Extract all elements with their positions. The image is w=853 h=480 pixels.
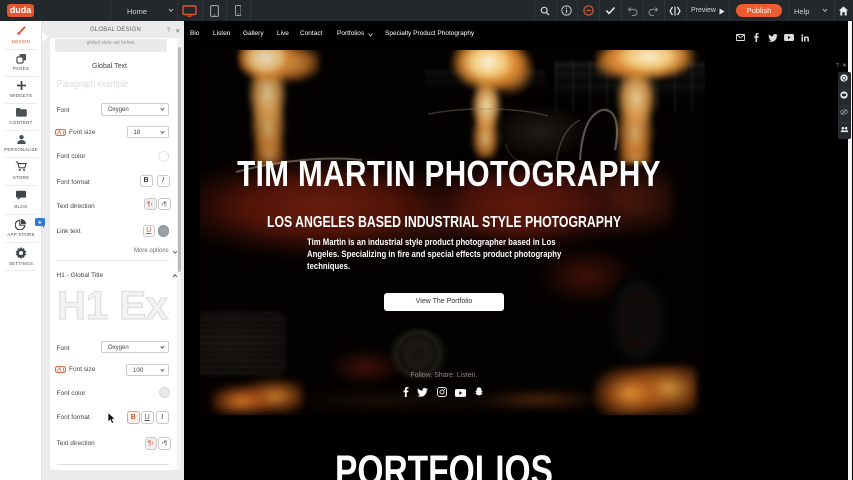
svg-text:Q: Q xyxy=(842,76,846,82)
